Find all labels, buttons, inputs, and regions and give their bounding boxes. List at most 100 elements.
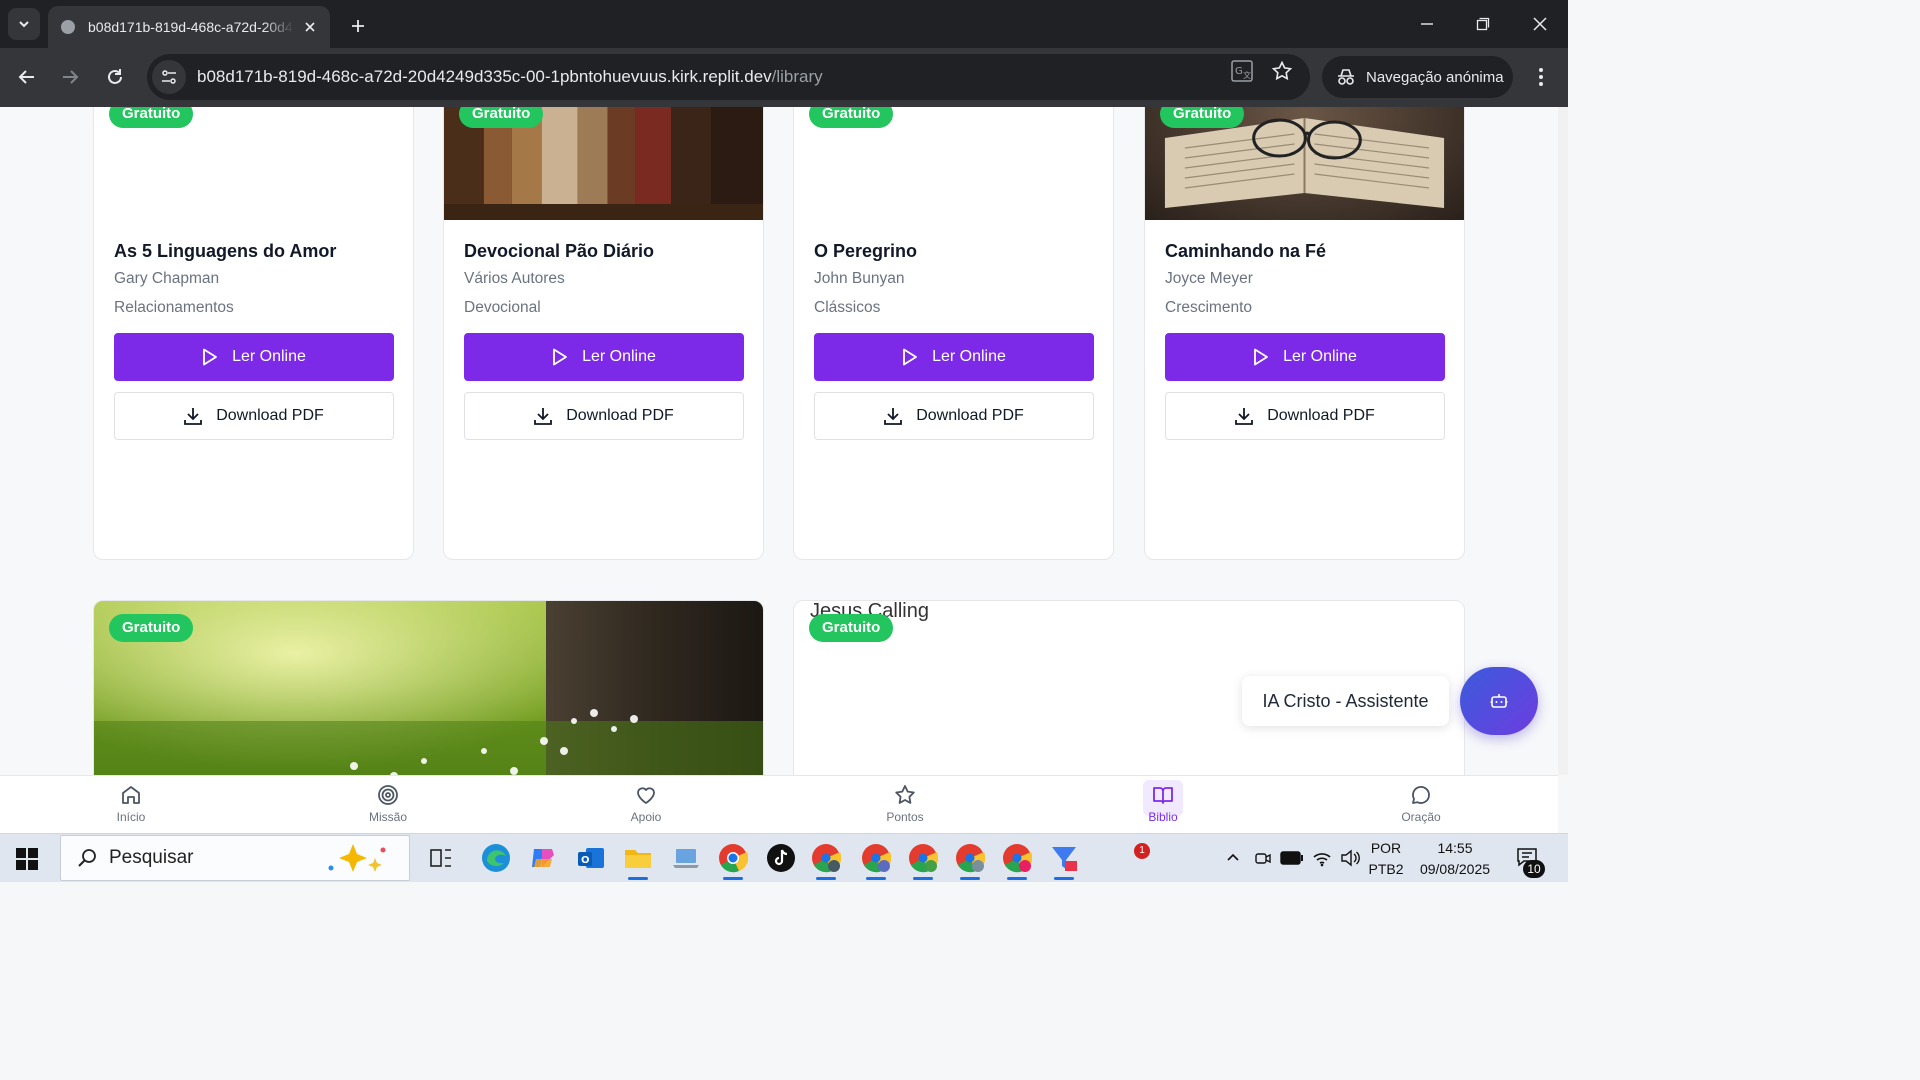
nav-item-pontos[interactable]: Pontos bbox=[865, 784, 945, 824]
play-icon bbox=[553, 348, 567, 366]
reload-button[interactable] bbox=[98, 60, 132, 94]
running-indicator bbox=[816, 877, 836, 880]
file-explorer-icon[interactable] bbox=[622, 842, 654, 880]
site-info-icon[interactable] bbox=[152, 60, 186, 94]
show-hidden-icons[interactable] bbox=[1226, 834, 1240, 882]
play-icon bbox=[203, 348, 217, 366]
page-scrollbar[interactable] bbox=[1558, 107, 1568, 775]
download-pdf-button[interactable]: Download PDF bbox=[814, 392, 1094, 440]
forward-button[interactable] bbox=[53, 60, 87, 94]
ai-assistant-label[interactable]: IA Cristo - Assistente bbox=[1242, 676, 1449, 726]
book-author: Joyce Meyer bbox=[1165, 270, 1253, 287]
nav-item-oracao[interactable]: Oração bbox=[1381, 784, 1461, 824]
read-online-label: Ler Online bbox=[232, 348, 306, 365]
read-online-button[interactable]: Ler Online bbox=[814, 333, 1094, 381]
nav-label: Apoio bbox=[630, 810, 662, 824]
restore-icon bbox=[1476, 17, 1490, 31]
power-automate-icon[interactable] bbox=[1048, 842, 1080, 880]
new-tab-button[interactable] bbox=[344, 12, 372, 40]
book-title: Devocional Pão Diário bbox=[464, 241, 655, 261]
download-icon bbox=[184, 408, 203, 425]
chevron-up-icon bbox=[1227, 853, 1239, 861]
outlook-icon[interactable]: O bbox=[575, 842, 607, 874]
volume-icon[interactable] bbox=[1340, 834, 1360, 882]
chrome-profile-icon[interactable] bbox=[810, 842, 842, 880]
windows-start-icon[interactable] bbox=[16, 848, 38, 870]
wifi-icon[interactable] bbox=[1312, 834, 1332, 882]
nav-item-inicio[interactable]: Início bbox=[91, 784, 171, 824]
heart-icon bbox=[637, 787, 655, 804]
book-author: John Bunyan bbox=[814, 270, 905, 287]
chrome-profile-icon[interactable] bbox=[907, 842, 939, 880]
close-icon bbox=[1533, 17, 1547, 31]
incognito-indicator[interactable]: Navegação anónima bbox=[1322, 56, 1513, 98]
arrow-left-icon bbox=[18, 70, 34, 84]
chrome-profile-icon[interactable] bbox=[1001, 842, 1033, 880]
chrome-profile-icon[interactable] bbox=[860, 842, 892, 880]
restore-button[interactable] bbox=[1455, 0, 1511, 48]
system-clock[interactable]: 14:55 09/08/2025 bbox=[1410, 838, 1500, 880]
nav-item-biblio[interactable]: Biblio bbox=[1123, 780, 1203, 824]
task-view-icon[interactable] bbox=[425, 842, 457, 874]
running-indicator bbox=[723, 877, 743, 880]
url-host: b08d171b-819d-468c-a72d-20d4249d335c-00-… bbox=[197, 67, 772, 86]
copilot-icon[interactable] bbox=[527, 842, 559, 874]
back-button[interactable] bbox=[10, 60, 44, 94]
bottom-navigation: Início Missão Apoio Pontos Biblio Oração bbox=[0, 775, 1558, 833]
nav-item-apoio[interactable]: Apoio bbox=[606, 784, 686, 824]
address-bar[interactable]: b08d171b-819d-468c-a72d-20d4249d335c-00-… bbox=[147, 54, 1310, 100]
minimize-button[interactable] bbox=[1399, 0, 1455, 48]
download-pdf-button[interactable]: Download PDF bbox=[464, 392, 744, 440]
keyboard-layout: PTB2 bbox=[1368, 861, 1404, 877]
play-icon bbox=[903, 348, 917, 366]
download-pdf-label: Download PDF bbox=[566, 407, 674, 424]
input-language[interactable]: POR PTB2 bbox=[1366, 838, 1406, 880]
book-category: Devocional bbox=[464, 299, 541, 316]
bookmark-star-icon[interactable] bbox=[1270, 59, 1294, 83]
target-icon bbox=[378, 785, 398, 805]
arrow-right-icon bbox=[63, 70, 79, 84]
svg-text:O: O bbox=[581, 855, 590, 866]
read-online-button[interactable]: Ler Online bbox=[1165, 333, 1445, 381]
library-page: Gratuito As 5 Linguagens do Amor Gary Ch… bbox=[0, 107, 1558, 775]
taskbar-search[interactable]: Pesquisar bbox=[60, 835, 410, 881]
bot-icon bbox=[1490, 694, 1508, 708]
reload-icon bbox=[108, 69, 122, 84]
running-indicator bbox=[628, 877, 648, 880]
browser-menu-button[interactable] bbox=[1528, 64, 1554, 90]
windows-taskbar: Pesquisar O POR PTB2 14:55 09/08/2025 10 bbox=[0, 833, 1568, 882]
featured-book-card: Gratuito bbox=[93, 600, 764, 775]
read-online-button[interactable]: Ler Online bbox=[464, 333, 744, 381]
book-card: Gratuito As 5 Linguagens do Amor Gary Ch… bbox=[93, 107, 414, 560]
battery-icon[interactable] bbox=[1280, 834, 1304, 882]
read-online-label: Ler Online bbox=[1283, 348, 1357, 365]
meet-icon[interactable] bbox=[1254, 834, 1272, 882]
tab-close-icon[interactable] bbox=[302, 19, 318, 35]
edge-icon[interactable] bbox=[480, 842, 512, 874]
read-online-button[interactable]: Ler Online bbox=[114, 333, 394, 381]
ai-assistant-button[interactable] bbox=[1460, 667, 1538, 735]
close-window-button[interactable] bbox=[1512, 0, 1568, 48]
laptop-app-icon[interactable] bbox=[670, 842, 702, 874]
running-indicator bbox=[1007, 877, 1027, 880]
book-author: Gary Chapman bbox=[114, 270, 220, 287]
download-pdf-button[interactable]: Download PDF bbox=[114, 392, 394, 440]
download-icon bbox=[534, 408, 553, 425]
book-title: Caminhando na Fé bbox=[1165, 241, 1327, 261]
search-placeholder: Pesquisar bbox=[109, 847, 194, 868]
message-circle-icon bbox=[1412, 786, 1430, 804]
chrome-profile-icon[interactable] bbox=[954, 842, 986, 880]
download-pdf-label: Download PDF bbox=[216, 407, 324, 424]
url-path: /library bbox=[771, 67, 823, 86]
translate-icon[interactable]: G文 bbox=[1230, 59, 1254, 83]
running-indicator bbox=[913, 877, 933, 880]
nav-item-missao[interactable]: Missão bbox=[348, 784, 428, 824]
tiktok-icon[interactable] bbox=[765, 842, 797, 874]
download-pdf-button[interactable]: Download PDF bbox=[1165, 392, 1445, 440]
browser-tab-active[interactable]: b08d171b-819d-468c-a72d-20d4249d335c-00-… bbox=[48, 6, 330, 48]
chrome-icon[interactable] bbox=[717, 842, 749, 880]
tab-search-button[interactable] bbox=[8, 8, 40, 40]
download-icon bbox=[884, 408, 903, 425]
sparkle-icon bbox=[328, 844, 386, 872]
minimize-icon bbox=[1421, 23, 1433, 25]
